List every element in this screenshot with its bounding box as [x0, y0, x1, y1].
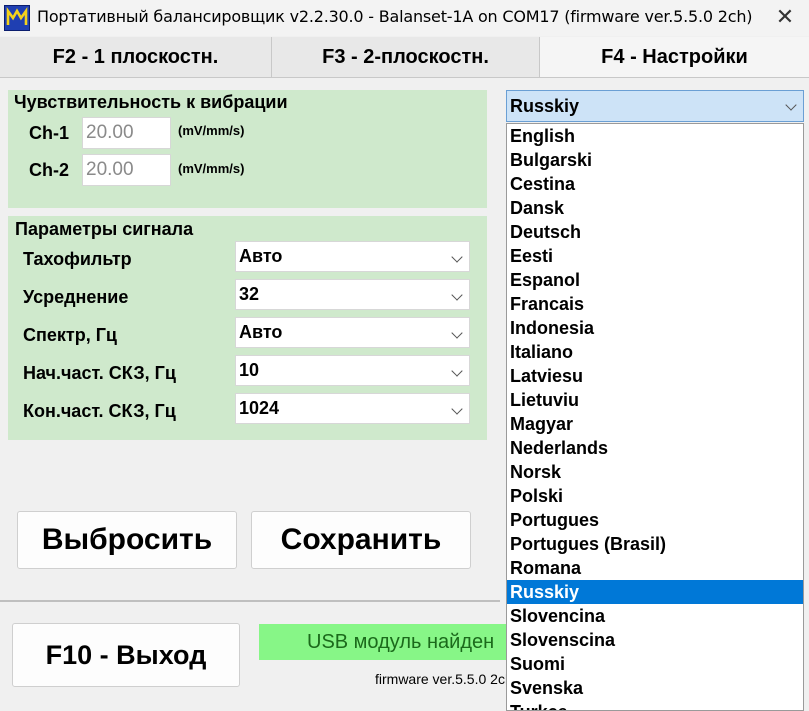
averaging-select[interactable]: 32 [235, 279, 470, 310]
language-option[interactable]: Portugues (Brasil) [507, 532, 803, 556]
ch1-sensitivity-input[interactable]: 20.00 [82, 117, 171, 149]
language-option[interactable]: Suomi [507, 652, 803, 676]
ch2-sensitivity-input[interactable]: 20.00 [82, 154, 171, 186]
spectrum-select[interactable]: Авто [235, 317, 470, 348]
language-option[interactable]: Francais [507, 292, 803, 316]
chevron-down-icon [451, 327, 463, 339]
content-divider [0, 600, 500, 602]
averaging-value: 32 [239, 284, 260, 304]
language-option[interactable]: Espanol [507, 268, 803, 292]
signal-title: Параметры сигнала [15, 219, 194, 239]
spectrum-value: Авто [239, 322, 283, 342]
language-option[interactable]: Magyar [507, 412, 803, 436]
firmware-version: firmware ver.5.5.0 2ch [375, 671, 508, 687]
language-option[interactable]: Latviesu [507, 364, 803, 388]
rms-end-freq-value: 1024 [239, 398, 280, 418]
language-option[interactable]: Cestina [507, 172, 803, 196]
language-option[interactable]: Slovencina [507, 604, 803, 628]
rms-start-freq-select[interactable]: 10 [235, 355, 470, 386]
language-dropdown-list[interactable]: English Bulgarski Cestina Dansk Deutsch Eesti… [506, 123, 804, 711]
ch1-label: Ch-1 [29, 123, 69, 143]
language-select[interactable]: Russkiy [506, 90, 804, 122]
rms-start-freq-value: 10 [239, 360, 260, 380]
app-logo-icon [4, 5, 30, 31]
chevron-down-icon [785, 99, 797, 111]
ch2-unit: (mV/mm/s) [178, 161, 245, 176]
language-option[interactable]: Indonesia [507, 316, 803, 340]
language-option[interactable]: Romana [507, 556, 803, 580]
language-option[interactable]: Deutsch [507, 220, 803, 244]
save-button[interactable]: Сохранить [251, 511, 471, 569]
ch2-label: Ch-2 [29, 160, 69, 180]
window-title: Портативный балансировщик v2.2.30.0 - Ba… [37, 7, 753, 26]
chevron-down-icon [451, 251, 463, 263]
language-option[interactable]: Norsk [507, 460, 803, 484]
language-option[interactable]: Russkiy [507, 580, 803, 604]
language-option[interactable]: Svenska [507, 676, 803, 700]
averaging-label: Усреднение [23, 287, 129, 307]
chevron-down-icon [451, 365, 463, 377]
reset-button[interactable]: Выбросить [17, 511, 237, 569]
language-selected-value: Russkiy [510, 96, 580, 116]
language-option[interactable]: Bulgarski [507, 148, 803, 172]
language-option[interactable]: Polski [507, 484, 803, 508]
language-option[interactable]: Italiano [507, 340, 803, 364]
rms-end-freq-select[interactable]: 1024 [235, 393, 470, 424]
sensitivity-title: Чувствительность к вибрации [14, 92, 288, 112]
language-option[interactable]: Nederlands [507, 436, 803, 460]
chevron-down-icon [451, 403, 463, 415]
language-option[interactable]: Slovenscina [507, 628, 803, 652]
close-icon[interactable]: ✕ [770, 3, 800, 33]
tachofilter-select[interactable]: Авто [235, 241, 470, 272]
rms-end-freq-label: Кон.част. СКЗ, Гц [23, 401, 176, 421]
language-option[interactable]: Lietuviu [507, 388, 803, 412]
tab-settings[interactable]: F4 - Настройки [540, 37, 809, 77]
language-option[interactable]: Eesti [507, 244, 803, 268]
exit-button[interactable]: F10 - Выход [12, 623, 240, 687]
tab-single-plane[interactable]: F2 - 1 плоскостн. [0, 37, 272, 77]
language-option[interactable]: Dansk [507, 196, 803, 220]
language-option[interactable]: Portugues [507, 508, 803, 532]
ch1-unit: (mV/mm/s) [178, 123, 245, 138]
tabs-divider [0, 77, 809, 78]
spectrum-label: Спектр, Гц [23, 325, 117, 345]
language-option[interactable]: English [507, 124, 803, 148]
tachofilter-value: Авто [239, 246, 283, 266]
chevron-down-icon [451, 289, 463, 301]
tab-two-plane[interactable]: F3 - 2-плоскостн. [272, 37, 540, 77]
tachofilter-label: Тахофильтр [23, 249, 132, 269]
rms-start-freq-label: Нач.част. СКЗ, Гц [23, 363, 176, 383]
usb-status-indicator: USB модуль найден [259, 624, 509, 660]
language-option[interactable]: Turkce [507, 700, 803, 710]
